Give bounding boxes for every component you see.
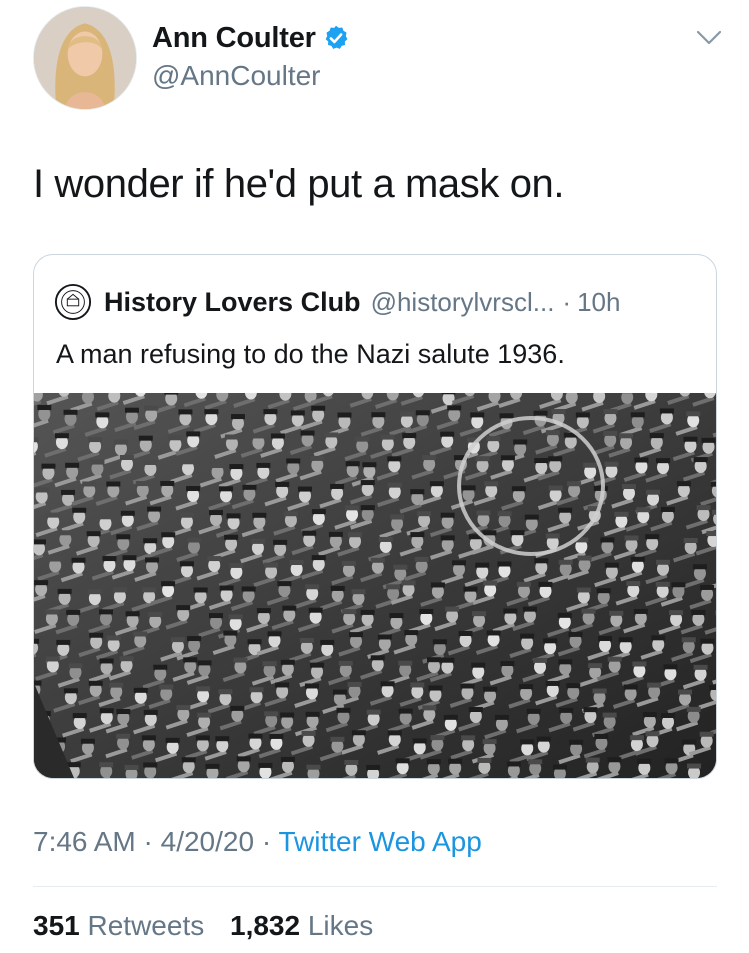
quoted-tweet[interactable]: History Lovers Club @historylvrscl... · … <box>33 254 717 779</box>
tweet-text: I wonder if he'd put a mask on. <box>33 162 565 206</box>
quoted-tweet-header: History Lovers Club @historylvrscl... · … <box>54 283 620 321</box>
author-name[interactable]: Ann Coulter <box>152 22 316 55</box>
profile-photo <box>34 7 136 109</box>
retweets-count: 351 <box>33 910 80 941</box>
divider <box>33 886 717 887</box>
quoted-author-name[interactable]: History Lovers Club <box>104 287 361 318</box>
verified-badge-icon <box>325 25 348 49</box>
separator-dot: · <box>143 826 153 857</box>
tweet-meta: 7:46 AM · 4/20/20 · Twitter Web App <box>33 826 482 858</box>
author-block: Ann Coulter @AnnCoulter <box>152 18 350 92</box>
separator-dot: · <box>261 826 272 857</box>
quoted-photo[interactable] <box>34 393 716 778</box>
separator-dot: · <box>562 286 572 317</box>
author-handle[interactable]: @AnnCoulter <box>152 60 350 92</box>
likes-count: 1,832 <box>230 910 301 941</box>
quoted-timestamp[interactable]: 10h <box>577 287 620 318</box>
tweet-source-link[interactable]: Twitter Web App <box>278 826 481 857</box>
likes-stat[interactable]: 1,832 Likes <box>230 910 391 941</box>
tweet-time[interactable]: 7:46 AM <box>33 826 136 857</box>
club-seal-logo-icon <box>54 283 92 321</box>
retweets-stat[interactable]: 351 Retweets <box>33 910 222 941</box>
chevron-down-icon[interactable] <box>694 22 724 52</box>
engagement-stats: 351 Retweets 1,832 Likes <box>33 910 391 942</box>
retweets-label: Retweets <box>87 910 205 941</box>
likes-label: Likes <box>307 910 374 941</box>
tweet-date[interactable]: 4/20/20 <box>161 826 254 857</box>
avatar[interactable] <box>33 6 137 110</box>
crowd-photo-image <box>34 393 716 778</box>
quoted-tweet-text: A man refusing to do the Nazi salute 193… <box>56 339 565 369</box>
quoted-author-handle[interactable]: @historylvrscl... <box>371 287 555 318</box>
